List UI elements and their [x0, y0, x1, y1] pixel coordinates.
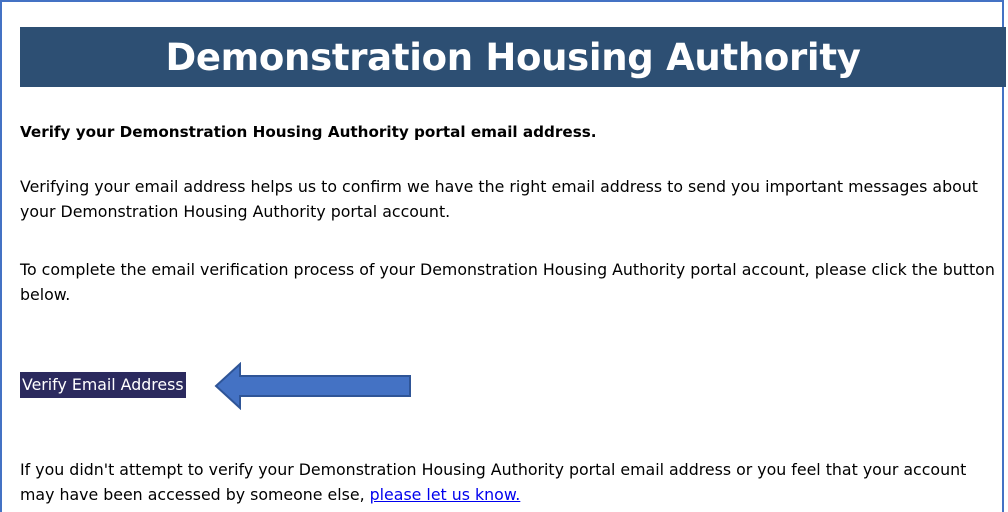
- left-arrow-icon: [214, 362, 411, 410]
- intro-paragraph: Verifying your email address helps us to…: [20, 177, 978, 221]
- header-banner: Demonstration Housing Authority: [20, 27, 1006, 87]
- email-heading: Verify your Demonstration Housing Author…: [20, 123, 597, 141]
- security-paragraph: If you didn't attempt to verify your Dem…: [20, 457, 1004, 507]
- email-frame: Demonstration Housing Authority Verify y…: [0, 0, 1006, 512]
- header-title: Demonstration Housing Authority: [165, 35, 861, 79]
- let-us-know-link[interactable]: please let us know.: [370, 485, 521, 504]
- instruction-paragraph: To complete the email verification proce…: [20, 260, 995, 304]
- verify-email-button[interactable]: Verify Email Address: [20, 372, 186, 398]
